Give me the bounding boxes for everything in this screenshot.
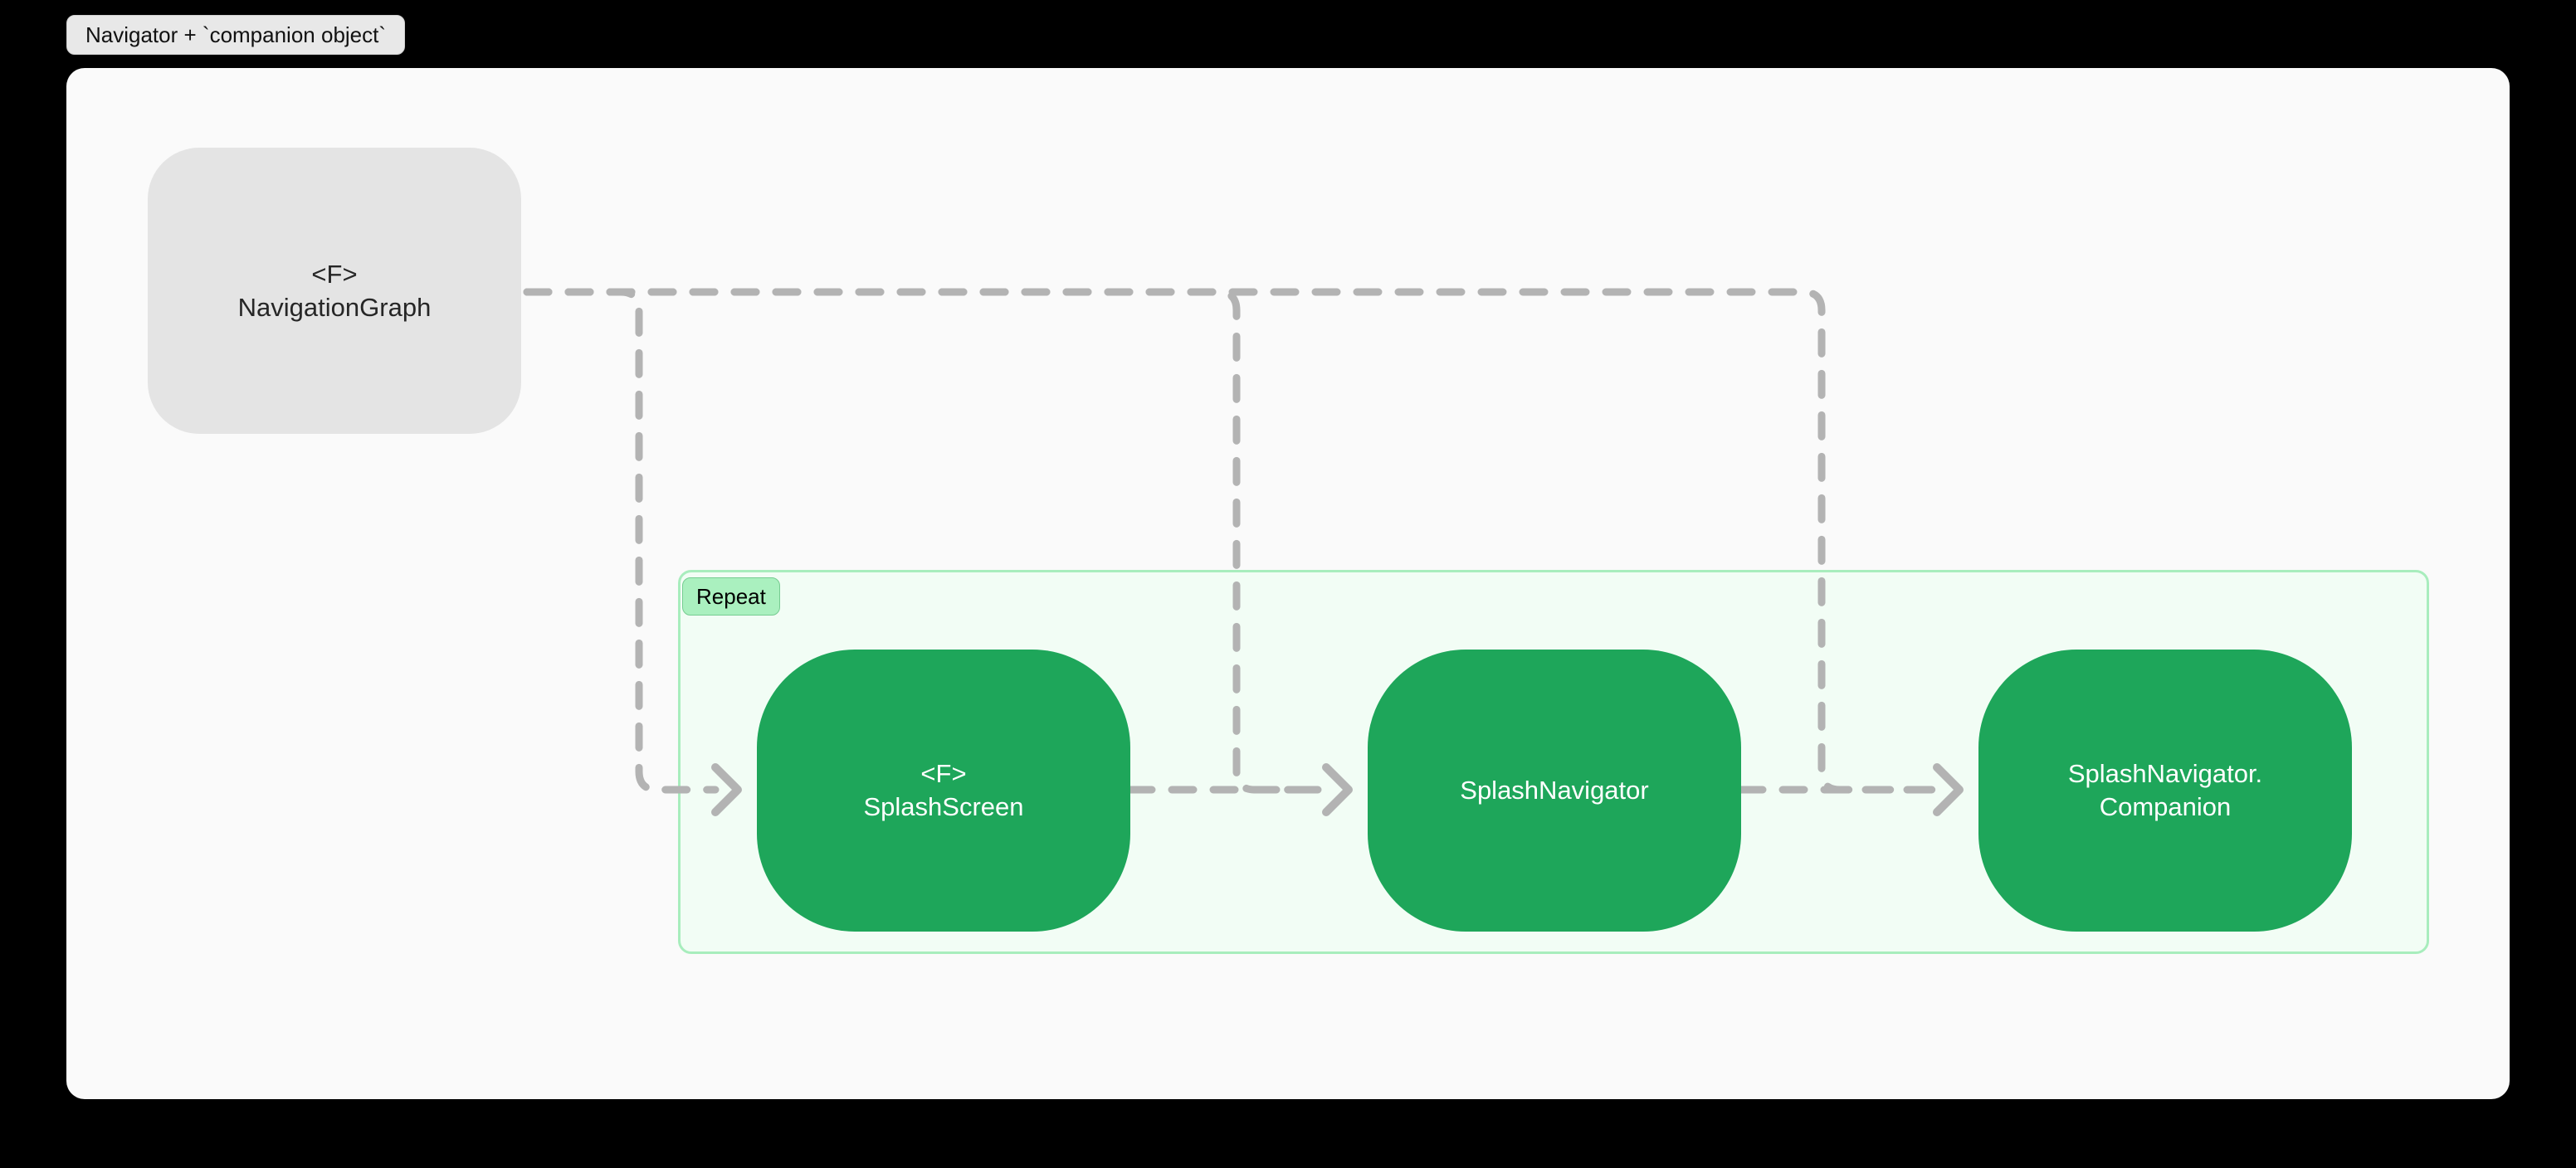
node-navigationgraph[interactable]: <F> NavigationGraph [148,148,521,434]
node-splashnavigatorcompanion-line-2: Companion [2099,792,2232,821]
node-splashscreen[interactable]: <F> SplashScreen [757,650,1130,932]
node-splashscreen-line-2: SplashScreen [863,792,1024,821]
node-splashscreen-line-1: <F> [920,759,967,789]
node-splashnavigator[interactable]: SplashNavigator [1368,650,1741,932]
subgraph-repeat-label-text: Repeat [696,584,766,609]
subgraph-repeat-label: Repeat [682,577,780,616]
node-splashnavigatorcompanion-line-1: SplashNavigator. [2067,759,2263,789]
diagram-title-badge: Navigator + `companion object` [66,15,406,55]
node-splashnavigator-line-1: SplashNavigator [1460,776,1649,805]
node-splashnavigatorcompanion[interactable]: SplashNavigator. Companion [1978,650,2352,932]
diagram-title-text: Navigator + `companion object` [85,22,387,47]
node-navigationgraph-line-2: NavigationGraph [237,292,432,322]
node-navigationgraph-line-1: <F> [311,259,358,289]
